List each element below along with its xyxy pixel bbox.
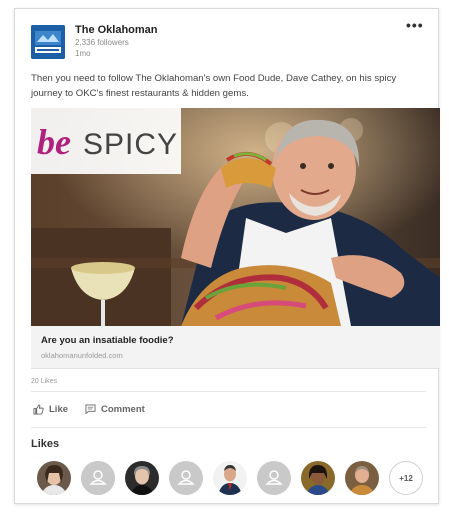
comment-icon — [85, 404, 96, 414]
follower-count: 2,336 followers — [75, 38, 129, 47]
oklahoman-logo-icon[interactable] — [31, 25, 65, 59]
likes-section-title: Likes — [31, 438, 60, 450]
org-name[interactable]: The Oklahoman — [75, 24, 158, 36]
avatar[interactable] — [37, 461, 71, 495]
avatar[interactable] — [345, 461, 379, 495]
link-preview-title[interactable]: Are you an insatiable foodie? — [41, 335, 174, 346]
default-avatar-icon[interactable] — [81, 461, 115, 495]
default-avatar-icon[interactable] — [257, 461, 291, 495]
post-body-text: Then you need to follow The Oklahoman's … — [31, 73, 397, 99]
link-preview-url: oklahomanunfolded.com — [41, 351, 123, 360]
avatar[interactable] — [213, 461, 247, 495]
divider — [31, 391, 426, 392]
avatar[interactable] — [301, 461, 335, 495]
like-label: Like — [49, 403, 69, 415]
default-avatar-icon[interactable] — [169, 461, 203, 495]
divider — [31, 427, 426, 428]
avatar[interactable] — [125, 461, 159, 495]
comment-button[interactable]: Comment — [85, 401, 145, 417]
like-button[interactable]: Like — [33, 401, 68, 417]
post-header: The Oklahoman 2,336 followers 1mo ••• — [31, 17, 426, 63]
post-hero-image[interactable]: be SPICY — [31, 108, 440, 326]
post-timestamp: 1mo — [75, 49, 91, 58]
likers-avatar-list: +12 — [37, 461, 437, 497]
be-spicy-logo-be: be — [37, 122, 71, 162]
link-preview[interactable]: Are you an insatiable foodie? oklahomanu… — [31, 326, 440, 369]
more-options-icon[interactable]: ••• — [406, 17, 428, 33]
likes-count[interactable]: 20 Likes — [31, 378, 57, 385]
post-card: The Oklahoman 2,336 followers 1mo ••• Th… — [14, 8, 440, 504]
comment-label: Comment — [101, 403, 145, 415]
more-likers-button[interactable]: +12 — [389, 461, 423, 495]
thumbs-up-icon — [33, 403, 44, 415]
be-spicy-logo-spicy: SPICY — [83, 128, 178, 161]
